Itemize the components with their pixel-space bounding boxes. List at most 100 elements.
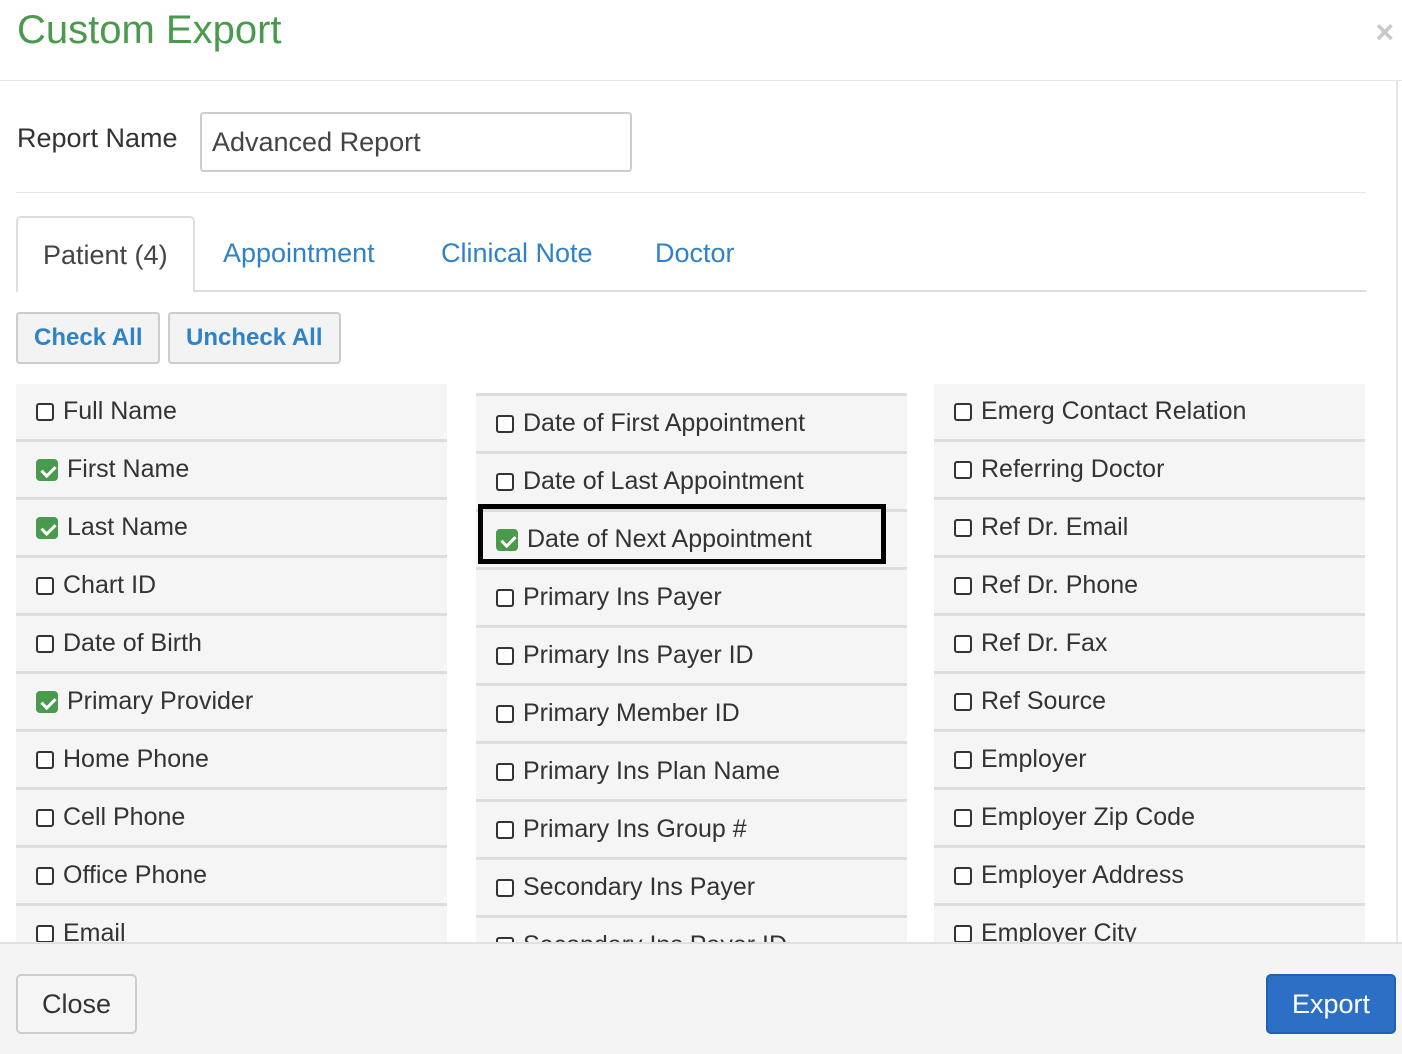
- checkbox-icon[interactable]: [36, 402, 54, 421]
- field-option[interactable]: Ref Dr. Phone: [934, 558, 1365, 616]
- field-option[interactable]: Date of First Appointment: [476, 396, 907, 454]
- checkbox-icon[interactable]: [496, 704, 514, 723]
- field-option[interactable]: Secondary Ins Payer: [476, 860, 907, 918]
- field-option[interactable]: Primary Member ID: [476, 686, 907, 744]
- field-option-label: Date of First Appointment: [523, 409, 806, 437]
- field-option[interactable]: Office Phone: [16, 848, 447, 906]
- divider: [16, 192, 1366, 193]
- checkbox-icon[interactable]: [954, 460, 972, 479]
- field-option[interactable]: Last Name: [16, 500, 447, 558]
- checkbox-icon[interactable]: [954, 576, 972, 595]
- field-option-label: Secondary Ins Payer ID: [523, 931, 787, 942]
- field-option-label: Employer Address: [981, 861, 1184, 889]
- checkbox-icon[interactable]: [954, 866, 972, 885]
- export-button[interactable]: Export: [1265, 974, 1396, 1034]
- checkbox-icon[interactable]: [954, 402, 972, 421]
- checkbox-icon[interactable]: [954, 750, 972, 769]
- field-option[interactable]: Chart ID: [16, 558, 447, 616]
- field-option[interactable]: Employer City: [934, 906, 1365, 942]
- checkbox-icon[interactable]: [36, 576, 54, 595]
- field-column-1: Full Name First Name Last Name Chart ID Date…: [16, 384, 447, 942]
- field-option[interactable]: Primary Ins Group #: [476, 802, 907, 860]
- checkbox-icon[interactable]: [36, 634, 54, 653]
- field-option-label: Primary Member ID: [523, 699, 740, 727]
- tab-patient[interactable]: Patient (4): [16, 216, 195, 293]
- checkbox-icon[interactable]: [496, 588, 514, 607]
- scrollbar[interactable]: [1396, 81, 1398, 942]
- field-option-label: Emerg Contact Relation: [981, 397, 1247, 425]
- checkbox-checked-icon[interactable]: [36, 690, 58, 713]
- field-option-label: Last Name: [67, 513, 188, 541]
- checkbox-icon[interactable]: [496, 472, 514, 491]
- field-option[interactable]: Primary Ins Payer: [476, 570, 907, 628]
- checkbox-icon[interactable]: [496, 820, 514, 839]
- field-option-label: Employer Zip Code: [981, 803, 1195, 831]
- field-option-label: Cell Phone: [63, 803, 186, 831]
- checkbox-icon[interactable]: [954, 518, 972, 537]
- field-option[interactable]: Email: [16, 906, 447, 942]
- field-option[interactable]: Ref Source: [934, 674, 1365, 732]
- field-option[interactable]: Employer Zip Code: [934, 790, 1365, 848]
- dialog-header: Custom Export ×: [0, 0, 1402, 81]
- field-option[interactable]: Primary Provider: [16, 674, 447, 732]
- checkbox-icon[interactable]: [954, 808, 972, 827]
- field-column-2: Date of First Appointment Date of Last Ap…: [476, 393, 907, 942]
- checkbox-icon[interactable]: [954, 692, 972, 711]
- field-option-label: Date of Birth: [63, 629, 202, 657]
- field-option-label: Primary Ins Plan Name: [523, 757, 781, 785]
- report-name-input[interactable]: [200, 112, 632, 172]
- field-option[interactable]: Full Name: [16, 384, 447, 442]
- checkbox-icon[interactable]: [496, 762, 514, 781]
- dialog-footer: Close Export: [0, 942, 1402, 1054]
- highlight-box: [478, 504, 886, 564]
- field-option-label: Ref Dr. Email: [981, 513, 1129, 541]
- uncheck-all-button[interactable]: Uncheck All: [168, 312, 341, 364]
- checkbox-checked-icon[interactable]: [36, 458, 58, 481]
- field-option[interactable]: Home Phone: [16, 732, 447, 790]
- field-option[interactable]: Date of Birth: [16, 616, 447, 674]
- checkbox-icon[interactable]: [496, 878, 514, 897]
- field-option-label: Email: [63, 919, 126, 942]
- field-option[interactable]: Primary Ins Payer ID: [476, 628, 907, 686]
- field-option[interactable]: Employer: [934, 732, 1365, 790]
- tab-doctor[interactable]: Doctor: [655, 216, 735, 292]
- checkbox-icon[interactable]: [36, 924, 54, 942]
- checkbox-icon[interactable]: [36, 866, 54, 885]
- field-option[interactable]: Cell Phone: [16, 790, 447, 848]
- field-option[interactable]: Date of Next Appointment: [476, 504, 907, 570]
- report-name-label: Report Name: [17, 123, 178, 153]
- field-option[interactable]: First Name: [16, 442, 447, 500]
- checkbox-icon[interactable]: [36, 750, 54, 769]
- field-option[interactable]: Ref Dr. Fax: [934, 616, 1365, 674]
- checkbox-icon[interactable]: [954, 634, 972, 653]
- field-option-label: Primary Ins Group #: [523, 815, 747, 843]
- field-option[interactable]: Secondary Ins Payer ID: [476, 918, 907, 942]
- dialog-body: Report Name Patient (4) Appointment Clin…: [0, 81, 1402, 942]
- field-option[interactable]: Primary Ins Plan Name: [476, 744, 907, 802]
- close-button[interactable]: Close: [16, 974, 138, 1034]
- close-icon[interactable]: ×: [1375, 14, 1394, 51]
- field-option[interactable]: Employer Address: [934, 848, 1365, 906]
- checkbox-checked-icon[interactable]: [36, 516, 58, 539]
- field-option-label: Ref Source: [981, 687, 1107, 715]
- checkbox-icon[interactable]: [496, 646, 514, 665]
- checkbox-icon[interactable]: [954, 924, 972, 942]
- field-option[interactable]: Referring Doctor: [934, 442, 1365, 500]
- field-option-label: Full Name: [63, 397, 177, 425]
- checkbox-icon[interactable]: [36, 808, 54, 827]
- field-option-label: First Name: [67, 455, 190, 483]
- field-option-label: Office Phone: [63, 861, 208, 889]
- field-option-label: Date of Last Appointment: [523, 467, 804, 495]
- checkbox-icon[interactable]: [496, 414, 514, 433]
- tab-appointment[interactable]: Appointment: [223, 216, 375, 292]
- field-option[interactable]: Emerg Contact Relation: [934, 384, 1365, 442]
- field-option-label: Secondary Ins Payer: [523, 873, 756, 901]
- tab-clinical-note[interactable]: Clinical Note: [441, 216, 593, 292]
- field-option[interactable]: Ref Dr. Email: [934, 500, 1365, 558]
- field-option-label: Chart ID: [63, 571, 157, 599]
- field-option-label: Referring Doctor: [981, 455, 1165, 483]
- field-column-3: Emerg Contact Relation Referring Doctor Re…: [934, 384, 1365, 942]
- field-option-label: Primary Ins Payer ID: [523, 641, 754, 669]
- check-all-button[interactable]: Check All: [16, 312, 161, 364]
- field-option-label: Ref Dr. Fax: [981, 629, 1108, 657]
